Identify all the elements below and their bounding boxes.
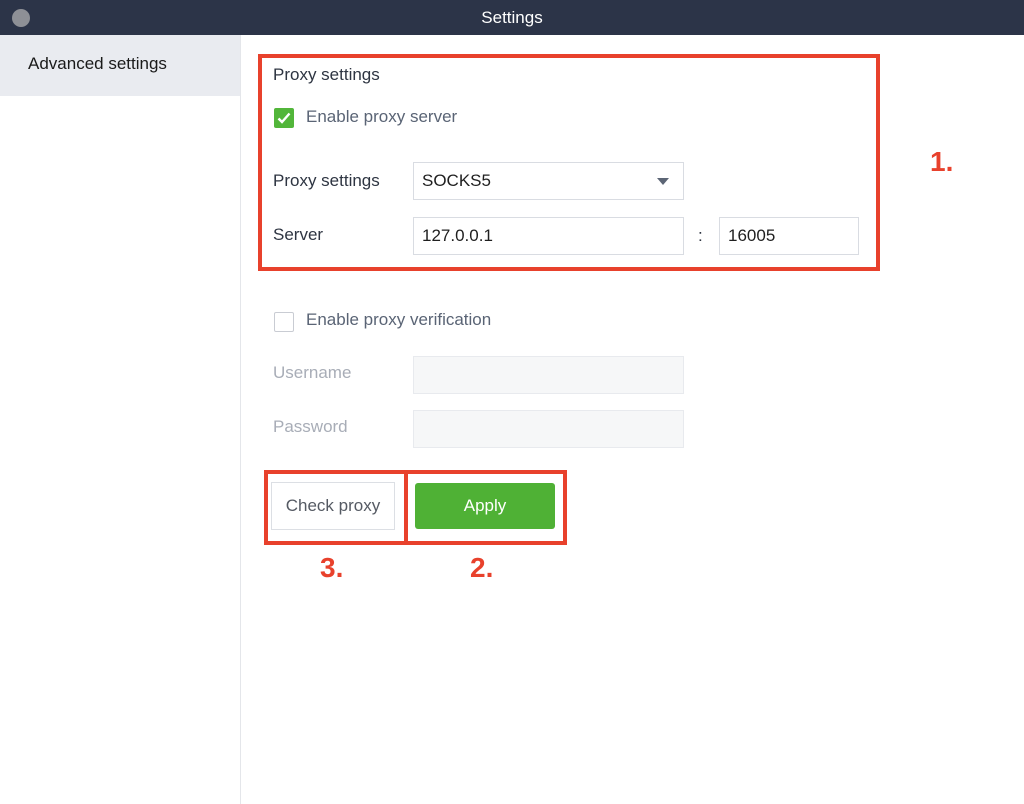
username-input[interactable] <box>413 356 684 394</box>
enable-verification-checkbox[interactable] <box>274 312 294 332</box>
username-label: Username <box>273 363 352 382</box>
password-input[interactable] <box>413 410 684 448</box>
annotation-box-3 <box>264 470 408 545</box>
annotation-label-1: 1. <box>930 146 954 177</box>
window-title: Settings <box>481 8 543 27</box>
enable-verification-label: Enable proxy verification <box>306 310 492 329</box>
sidebar-item-advanced-settings[interactable]: Advanced settings <box>0 35 240 96</box>
annotation-label-2: 2. <box>470 552 494 583</box>
annotation-box-2 <box>404 470 567 545</box>
annotation-box-1 <box>258 54 880 271</box>
annotation-label-3: 3. <box>320 552 344 583</box>
sidebar: Advanced settings <box>0 35 241 804</box>
password-label: Password <box>273 417 348 436</box>
title-bar: Settings <box>0 0 1024 35</box>
